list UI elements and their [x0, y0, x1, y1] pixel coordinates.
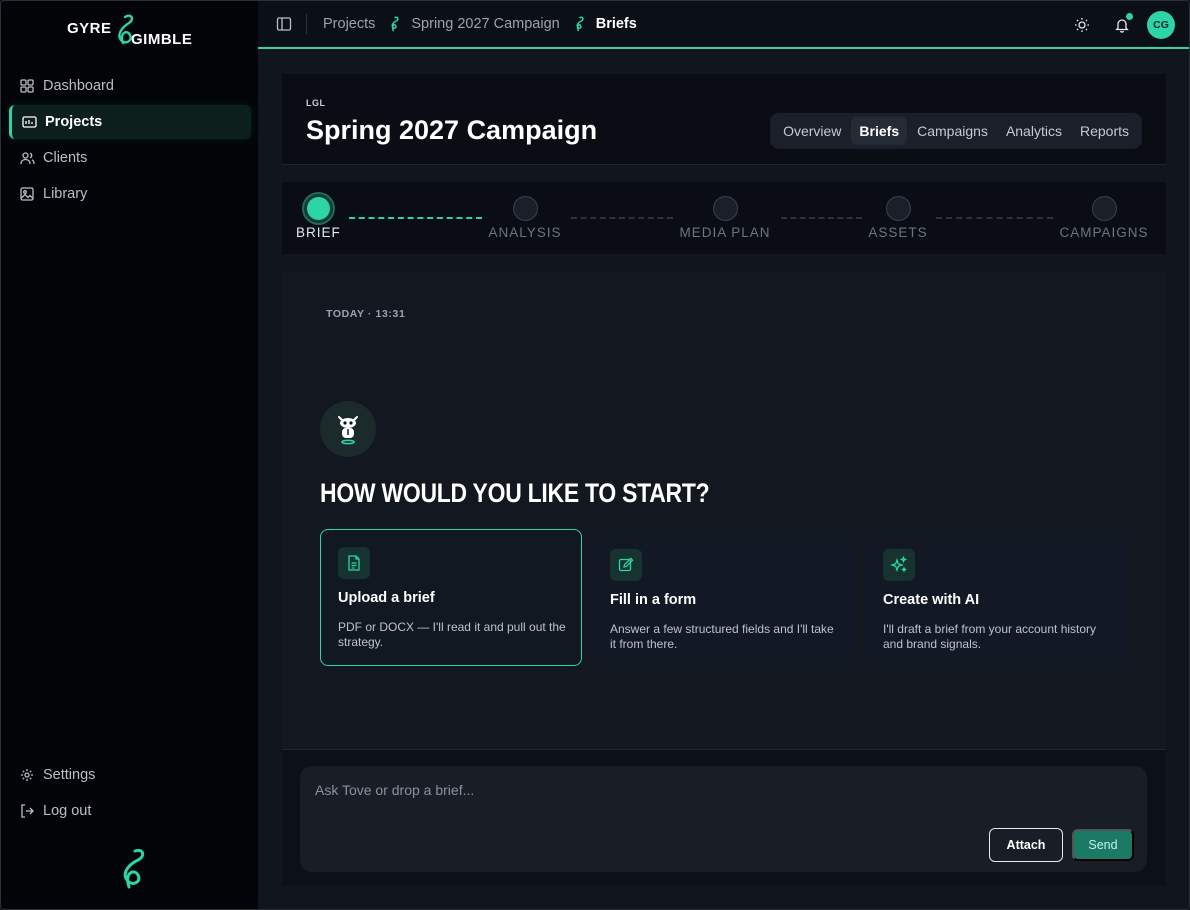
tab-campaigns[interactable]: Campaigns	[909, 117, 996, 145]
brand-mark-icon	[111, 847, 151, 891]
gear-icon	[19, 767, 35, 783]
sidebar-item-clients[interactable]: Clients	[9, 141, 251, 175]
campaign-tabs: Overview Briefs Campaigns Analytics Repo…	[770, 113, 1142, 149]
image-icon	[19, 186, 35, 202]
step-dot	[512, 196, 538, 221]
step-connector	[571, 217, 673, 219]
step-connector	[936, 217, 1053, 219]
sparkle-icon	[883, 549, 915, 581]
option-description: PDF or DOCX — I'll read it and pull out …	[338, 620, 566, 649]
divider	[306, 14, 307, 34]
step-label: ASSETS	[868, 225, 928, 240]
step-label: CAMPAIGNS	[1059, 225, 1149, 240]
option-description: I'll draft a brief from your account his…	[883, 622, 1097, 651]
sidebar-item-projects[interactable]: Projects	[9, 105, 251, 139]
option-upload-brief[interactable]: Upload a brief PDF or DOCX — I'll read i…	[320, 529, 582, 666]
document-icon	[338, 547, 370, 579]
option-description: Answer a few structured fields and I'll …	[610, 622, 834, 651]
sidebar-item-label: Log out	[43, 803, 92, 819]
main-content: LGL Spring 2027 Campaign Overview Briefs…	[258, 51, 1189, 909]
breadcrumb-separator-icon	[387, 16, 399, 32]
sidebar-item-label: Library	[43, 186, 88, 202]
topbar: Projects Spring 2027 Campaign Briefs CG	[258, 1, 1189, 49]
step-label: MEDIA PLAN	[679, 225, 771, 240]
notification-badge	[1126, 13, 1133, 20]
page-title: Spring 2027 Campaign	[306, 115, 598, 145]
logout-icon	[19, 803, 35, 819]
top-actions: CG	[1057, 10, 1175, 40]
robot-icon	[334, 412, 362, 446]
attach-button[interactable]: Attach	[989, 828, 1063, 862]
step-assets[interactable]: ASSETS	[863, 196, 933, 240]
sidebar-item-label: Clients	[43, 150, 88, 166]
sun-icon	[1074, 17, 1090, 33]
notifications-button[interactable]	[1107, 10, 1137, 40]
step-connector	[349, 217, 482, 219]
step-dot	[885, 196, 911, 221]
folder-icon	[21, 114, 37, 130]
tab-briefs[interactable]: Briefs	[851, 117, 908, 145]
campaign-header: LGL Spring 2027 Campaign Overview Briefs…	[282, 74, 1166, 165]
sidebar-item-dashboard[interactable]: Dashboard	[9, 69, 251, 103]
avatar[interactable]: CG	[1147, 11, 1175, 39]
step-connector	[781, 217, 862, 219]
chat-panel: TODAY · 13:31 HOW WOULD YOU LIKE TO STAR…	[282, 271, 1166, 749]
workflow-stepper: BRIEF ANALYSIS MEDIA PLAN ASSETS CAMPAIG…	[282, 182, 1166, 254]
sidebar-item-settings[interactable]: Settings	[9, 758, 251, 792]
sidebar-item-library[interactable]: Library	[9, 177, 251, 211]
step-analysis[interactable]: ANALYSIS	[482, 196, 568, 240]
step-dot	[303, 194, 333, 223]
option-title: Fill in a form	[610, 592, 697, 608]
step-brief[interactable]: BRIEF	[296, 194, 341, 240]
svg-text:GYRE: GYRE	[67, 20, 112, 37]
edit-icon	[610, 549, 642, 581]
breadcrumb: Projects Spring 2027 Campaign Briefs	[276, 14, 637, 34]
option-title: Create with AI	[883, 592, 980, 608]
tab-analytics[interactable]: Analytics	[998, 117, 1070, 145]
message-input[interactable]: Ask Tove or drop a brief... Attach Send	[300, 766, 1147, 872]
option-title: Upload a brief	[338, 590, 435, 606]
composer-area: Ask Tove or drop a brief... Attach Send	[282, 749, 1166, 886]
step-media-plan[interactable]: MEDIA PLAN	[675, 196, 775, 240]
prompt-heading: HOW WOULD YOU LIKE TO START?	[320, 478, 710, 508]
option-fill-form[interactable]: Fill in a form Answer a few structured f…	[593, 532, 855, 669]
app-window: GYRE GIMBLE Dashboard Projects Clients L…	[0, 0, 1190, 910]
sidebar-item-label: Dashboard	[43, 78, 114, 94]
sidebar-item-label: Settings	[43, 767, 96, 783]
sidebar-toggle-icon[interactable]	[276, 16, 292, 32]
option-create-with-ai[interactable]: Create with AI I'll draft a brief from y…	[866, 532, 1128, 669]
breadcrumb-current: Briefs	[595, 16, 637, 32]
step-label: BRIEF	[296, 225, 341, 240]
client-tag: LGL	[306, 98, 326, 108]
sidebar-item-label: Projects	[45, 114, 103, 130]
tab-overview[interactable]: Overview	[775, 117, 849, 145]
grid-icon	[19, 78, 35, 94]
send-button[interactable]: Send	[1072, 829, 1134, 861]
assistant-avatar	[320, 401, 376, 457]
step-dot	[712, 196, 738, 221]
users-icon	[19, 150, 35, 166]
tab-reports[interactable]: Reports	[1072, 117, 1137, 145]
step-campaigns[interactable]: CAMPAIGNS	[1056, 196, 1152, 240]
breadcrumb-campaign[interactable]: Spring 2027 Campaign	[411, 16, 559, 32]
sidebar-nav: Dashboard Projects Clients Library	[9, 69, 251, 213]
sidebar-item-logout[interactable]: Log out	[9, 794, 251, 828]
brand-logo[interactable]: GYRE GIMBLE	[67, 13, 197, 49]
step-label: ANALYSIS	[488, 225, 562, 240]
message-timestamp: TODAY · 13:31	[326, 308, 406, 320]
sidebar: GYRE GIMBLE Dashboard Projects Clients L…	[1, 1, 258, 909]
sidebar-bottom-nav: Settings Log out	[9, 758, 251, 830]
breadcrumb-separator-icon	[572, 16, 584, 32]
step-dot	[1091, 196, 1117, 221]
theme-toggle-button[interactable]	[1067, 10, 1097, 40]
breadcrumb-projects[interactable]: Projects	[323, 16, 375, 32]
message-input-placeholder: Ask Tove or drop a brief...	[315, 782, 475, 798]
svg-text:GIMBLE: GIMBLE	[131, 31, 192, 48]
